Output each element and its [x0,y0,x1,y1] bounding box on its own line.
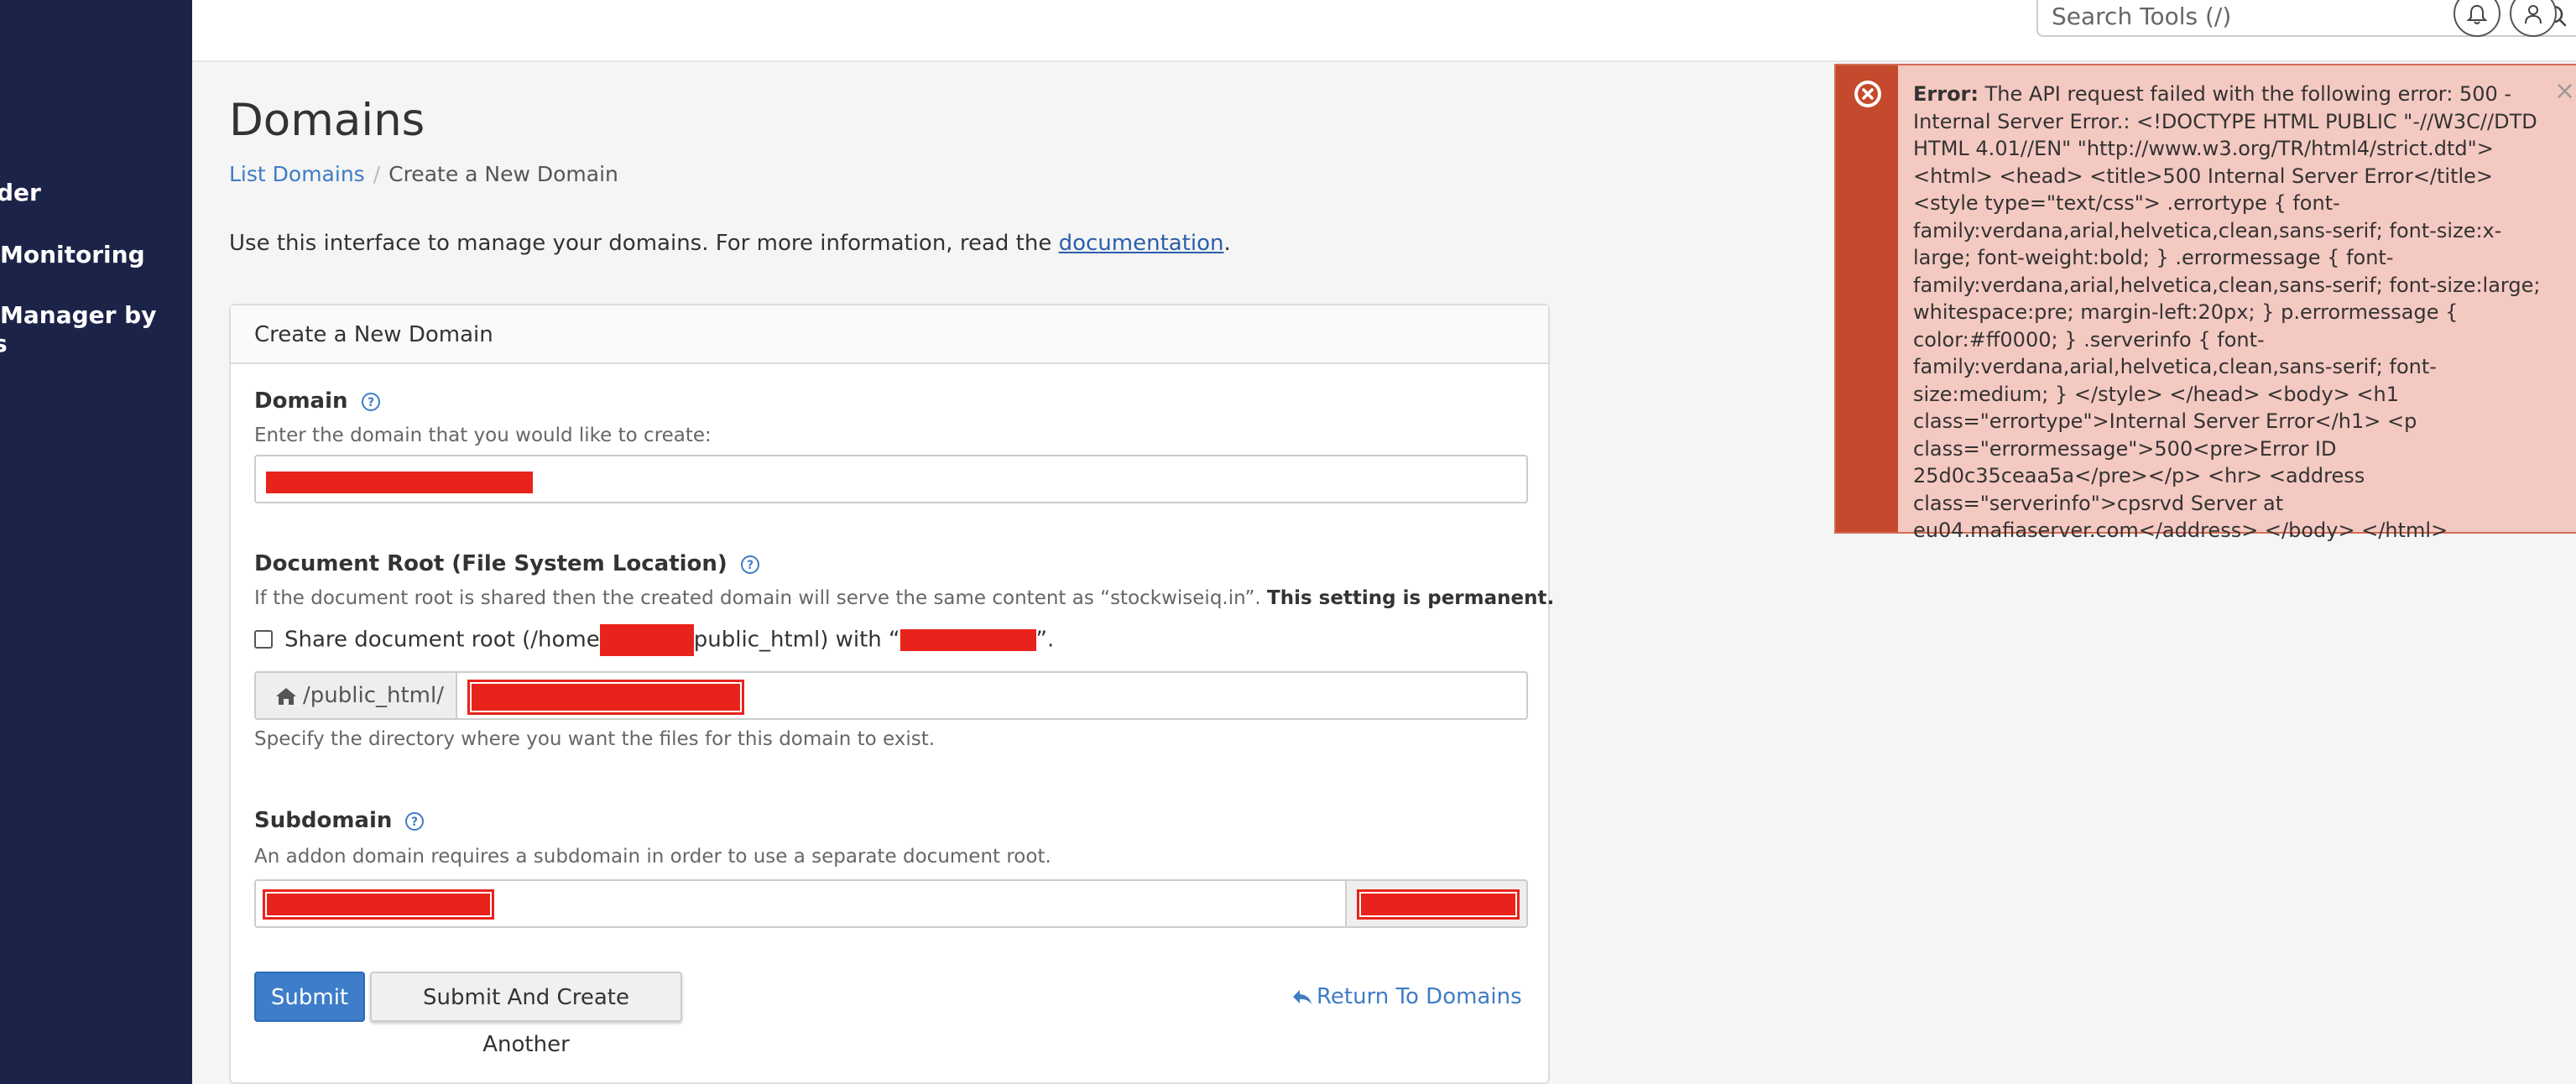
breadcrumb-list-domains[interactable]: List Domains [229,162,365,186]
svg-text:?: ? [411,816,418,829]
share-docroot-checkbox[interactable] [254,630,273,649]
redacted-subdomain-suffix [1357,889,1520,920]
subdomain-input[interactable] [254,879,1347,928]
error-circle-icon [1854,81,1881,107]
sidebar-item-monitoring[interactable]: Monitoring [0,240,145,270]
error-alert: Error: The API request failed with the f… [1834,64,2576,542]
return-to-domains-link[interactable]: Return To Domains [1291,983,1522,1010]
page-title: Domains [229,95,425,146]
redacted-subdomain-value [263,889,494,920]
domain-help: Enter the domain that you would like to … [254,425,712,446]
intro-text: Use this interface to manage your domain… [229,230,1231,257]
home-icon [276,687,296,705]
sidebar-item-partial-2[interactable]: s [0,329,8,359]
breadcrumb-separator: / [373,162,381,186]
top-bar [192,0,2576,62]
submit-button[interactable]: Submit [254,972,365,1022]
share-docroot-label[interactable]: Share document root (/home public_html) w… [284,624,1054,656]
alert-stripe [1836,65,1898,532]
sidebar: der Monitoring Manager by s [0,0,192,1084]
bell-icon [2466,4,2488,24]
sidebar-item-manager[interactable]: Manager by [0,300,156,331]
submit-and-create-another-button[interactable]: Submit And Create Another [370,972,682,1057]
intro-period: . [1223,231,1231,256]
subdomain-help: An addon domain requires a subdomain in … [254,846,1051,868]
subdomain-label: Subdomain ? [254,807,425,834]
share-docroot-mid: public_html) with “ [693,627,900,653]
docroot-prefix-text: /public_html/ [303,683,444,708]
help-icon[interactable]: ? [404,811,425,831]
subdomain-suffix [1345,879,1528,928]
reply-arrow-icon [1293,989,1311,1004]
redacted-main-domain [900,629,1036,651]
share-docroot-end: ”. [1035,627,1055,653]
breadcrumb-current: Create a New Domain [388,162,618,186]
domain-label-text: Domain [254,388,348,414]
sidebar-item-partial-1[interactable]: der [0,178,41,208]
create-domain-panel: Create a New Domain Domain ? Enter the d… [229,304,1554,1084]
help-icon[interactable]: ? [361,392,381,412]
domain-label: Domain ? [254,388,381,414]
redacted-docroot-value [467,680,744,715]
return-to-domains-text: Return To Domains [1317,984,1522,1009]
documentation-link[interactable]: documentation [1059,231,1224,256]
close-icon[interactable]: × [2554,79,2575,104]
intro-sentence: Use this interface to manage your domain… [229,231,1059,256]
docroot-help-permanent: This setting is permanent. [1267,587,1555,609]
error-title: Error: [1913,82,1979,106]
domain-input[interactable] [254,455,1528,503]
user-icon [2525,5,2542,24]
docroot-help: If the document root is shared then the … [254,586,1554,611]
docroot-after-help: Specify the directory where you want the… [254,728,936,750]
svg-text:?: ? [368,396,374,409]
redacted-domain-value [266,472,533,493]
share-docroot-prefix: Share document root (/home [284,627,600,653]
help-icon[interactable]: ? [740,555,760,575]
docroot-help-text: If the document root is shared then the … [254,587,1261,609]
subdomain-label-text: Subdomain [254,808,393,833]
docroot-label-text: Document Root (File System Location) [254,551,727,576]
search-input[interactable] [2050,0,2523,34]
error-message: Error: The API request failed with the f… [1913,81,2551,545]
docroot-input[interactable] [456,671,1528,720]
breadcrumb: List Domains / Create a New Domain [229,161,618,188]
redacted-username [599,624,694,656]
error-message-body: The API request failed with the followin… [1913,82,2541,542]
docroot-prefix: /public_html/ [254,671,457,720]
docroot-label: Document Root (File System Location) ? [254,550,760,577]
panel-title: Create a New Domain [231,305,1548,364]
svg-text:?: ? [747,559,754,572]
